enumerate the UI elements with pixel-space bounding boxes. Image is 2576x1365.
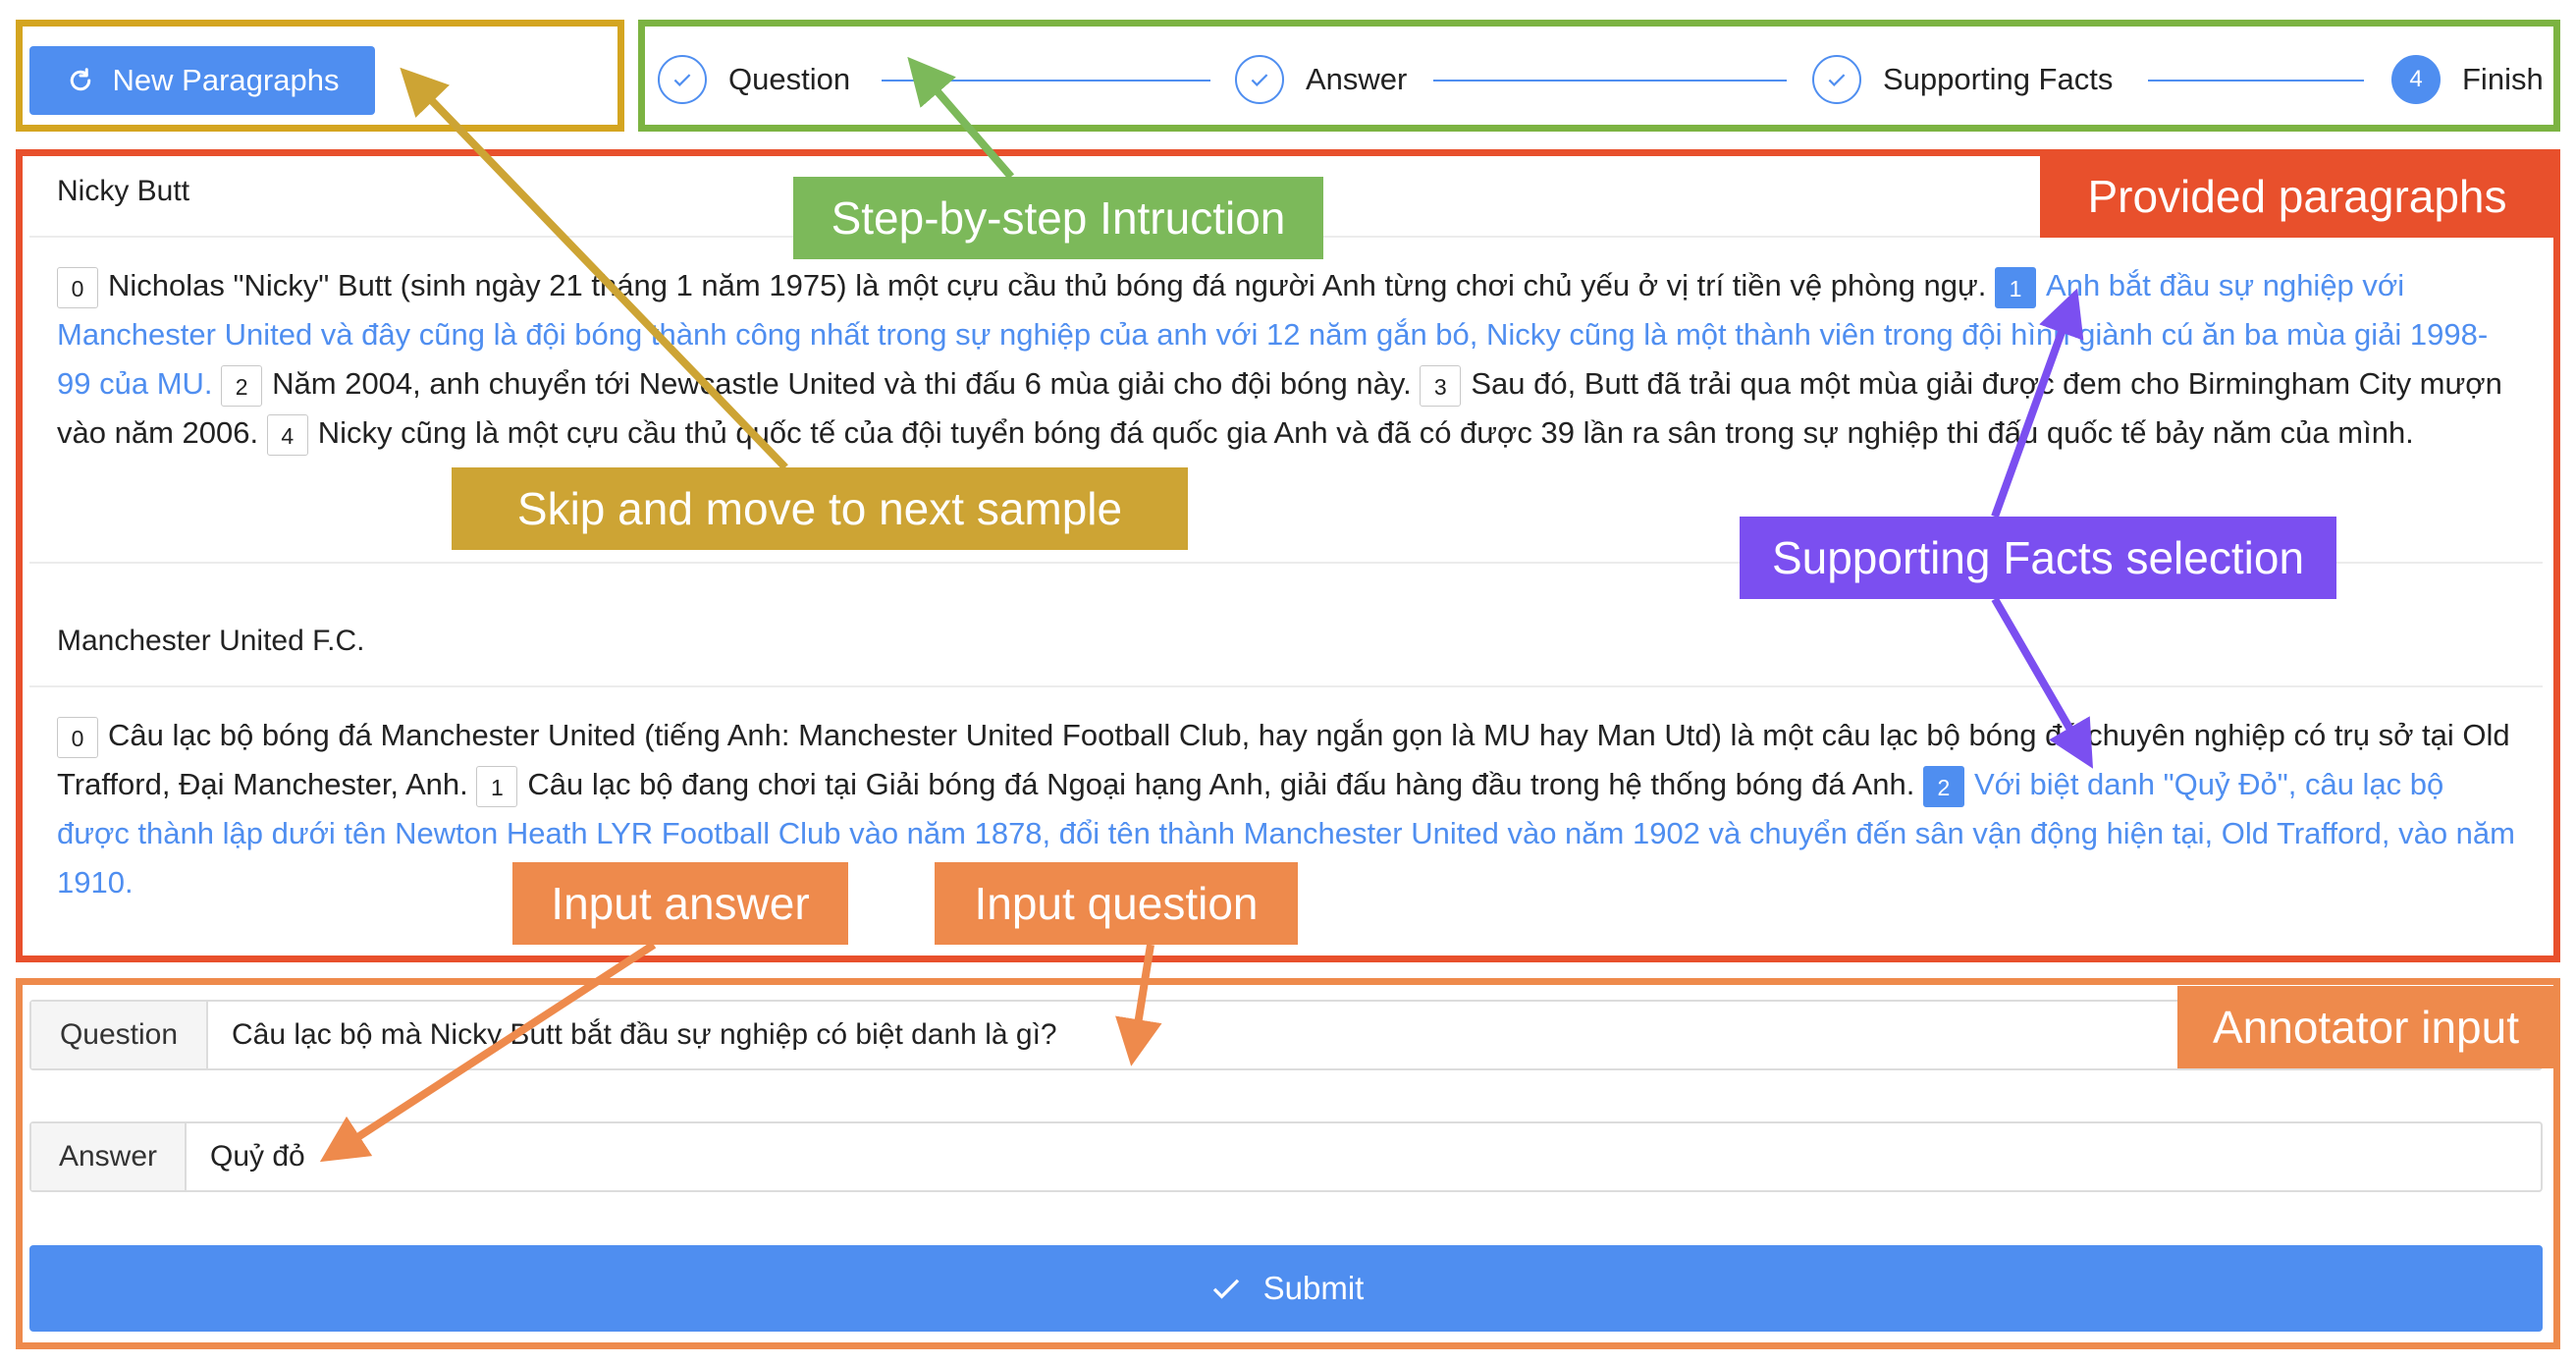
annotation-input-answer: Input answer	[512, 862, 848, 945]
annotation-input-question: Input question	[935, 862, 1298, 945]
annotation-provided-paragraphs: Provided paragraphs	[2040, 155, 2554, 238]
annotation-skip-next: Skip and move to next sample	[452, 467, 1188, 550]
answer-arrow	[319, 941, 657, 1163]
skip-arrow	[400, 67, 788, 470]
supporting-arrow-down	[1991, 596, 2094, 769]
annotation-supporting-facts: Supporting Facts selection	[1740, 517, 2336, 599]
annotation-annotator-input: Annotator input	[2177, 986, 2554, 1068]
steps-arrow	[907, 56, 1015, 180]
supporting-arrow-up	[1991, 288, 2084, 519]
question-arrow	[1115, 944, 1162, 1066]
annotation-step-by-step: Step-by-step Intruction	[793, 177, 1323, 259]
